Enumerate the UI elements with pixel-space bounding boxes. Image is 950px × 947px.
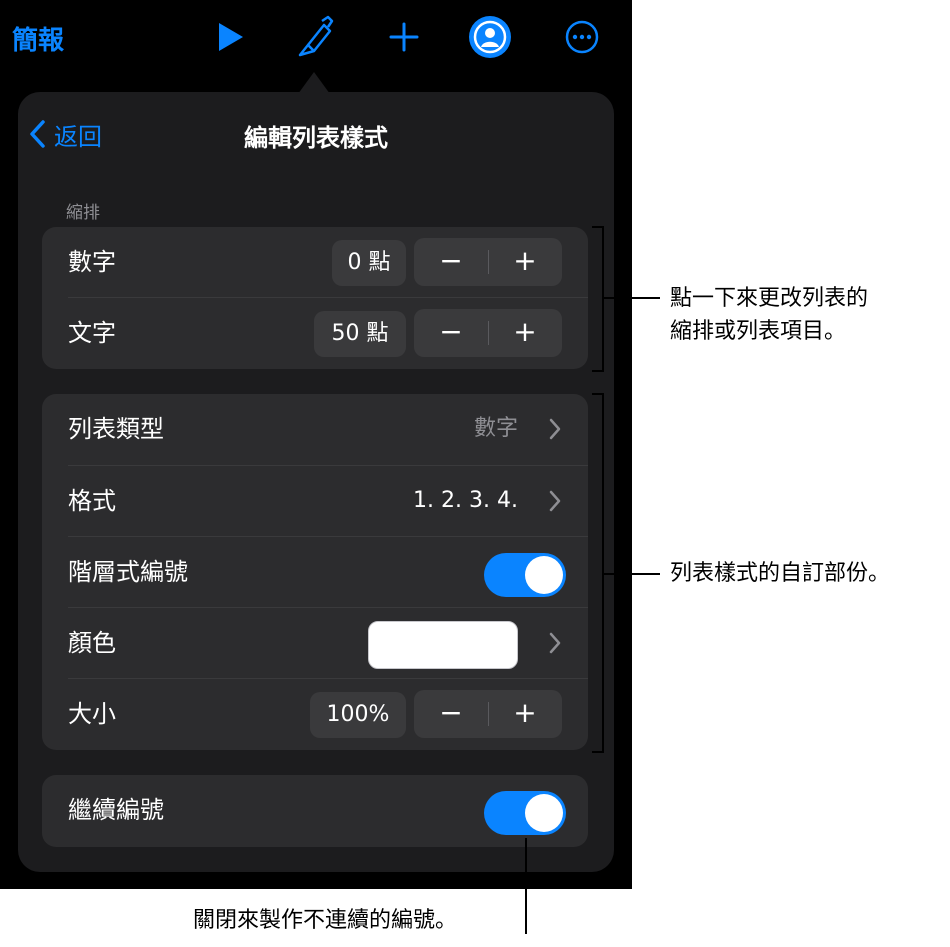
indent-number-label: 數字 [68,248,116,276]
continue-numbering-row: 繼續編號 [42,775,588,845]
indent-number-row: 數字 0 點 − + [42,227,588,297]
indent-callout: 點一下來更改列表的 縮排或列表項目。 [670,282,868,348]
tiered-numbers-row: 階層式編號 [42,537,588,607]
indent-text-stepper: − + [414,309,562,357]
style-bracket [592,393,604,753]
paintbrush-icon[interactable] [292,15,336,59]
indent-number-increase-button[interactable]: + [488,238,562,286]
indent-text-row: 文字 50 點 − + [42,298,588,368]
tiered-numbers-toggle[interactable] [484,553,566,597]
continue-numbering-label: 繼續編號 [68,796,164,824]
indent-text-label: 文字 [68,319,116,347]
chevron-right-icon [549,632,561,654]
indent-text-increase-button[interactable]: + [488,309,562,357]
continue-numbering-group: 繼續編號 [42,775,588,847]
toolbar: 簡報 [0,0,632,80]
color-row[interactable]: 顏色 [42,608,588,678]
indent-number-stepper: − + [414,238,562,286]
device-screen: 簡報 返回 編輯列表樣式 縮排 數字 0 點 − + 文字 50 點 − + 列… [0,0,632,889]
style-callout: 列表樣式的自訂部份。 [670,561,891,586]
presentations-back-button[interactable]: 簡報 [12,20,64,57]
popover-arrow [298,72,330,94]
size-stepper: − + [414,690,562,738]
format-value: 1. 2. 3. 4. [413,488,518,513]
chevron-right-icon [549,490,561,512]
indent-callout-line1: 點一下來更改列表的 [670,286,869,311]
chevron-right-icon [549,418,561,440]
color-label: 顏色 [68,629,116,657]
list-style-group: 列表類型 數字 格式 1. 2. 3. 4. 階層式編號 顏色 大小 100% … [42,394,588,750]
continue-leader-line [525,838,527,934]
size-value[interactable]: 100% [310,692,406,738]
size-increase-button[interactable]: + [488,690,562,738]
tiered-numbers-label: 階層式編號 [68,558,188,586]
list-type-row[interactable]: 列表類型 數字 [42,394,588,464]
edit-list-style-popover: 返回 編輯列表樣式 縮排 數字 0 點 − + 文字 50 點 − + 列表類型… [18,92,614,872]
panel-title: 編輯列表樣式 [244,124,388,152]
collaborate-icon[interactable] [468,15,512,59]
indent-number-value[interactable]: 0 點 [332,240,406,286]
plus-icon[interactable] [382,15,426,59]
indent-text-value[interactable]: 50 點 [314,311,406,357]
toggle-knob [525,556,563,594]
color-swatch[interactable] [368,621,518,669]
list-type-label: 列表類型 [68,415,164,443]
size-row: 大小 100% − + [42,679,588,749]
more-icon[interactable] [560,15,604,59]
indent-section-label: 縮排 [66,203,100,223]
continue-callout: 關閉來製作不連續的編號。 [193,908,458,933]
play-icon[interactable] [208,15,252,59]
indent-group: 數字 0 點 − + 文字 50 點 − + [42,227,588,369]
indent-bracket [592,226,604,372]
indent-text-decrease-button[interactable]: − [414,309,488,357]
list-type-value: 數字 [473,416,518,441]
style-leader-line [604,573,660,575]
indent-leader-line [604,297,660,299]
indent-number-decrease-button[interactable]: − [414,238,488,286]
format-label: 格式 [68,487,116,515]
size-decrease-button[interactable]: − [414,690,488,738]
toggle-knob [525,794,563,832]
continue-numbering-toggle[interactable] [484,791,566,835]
format-row[interactable]: 格式 1. 2. 3. 4. [42,466,588,536]
size-label: 大小 [68,700,116,728]
indent-callout-line2: 縮排或列表項目。 [670,319,847,344]
